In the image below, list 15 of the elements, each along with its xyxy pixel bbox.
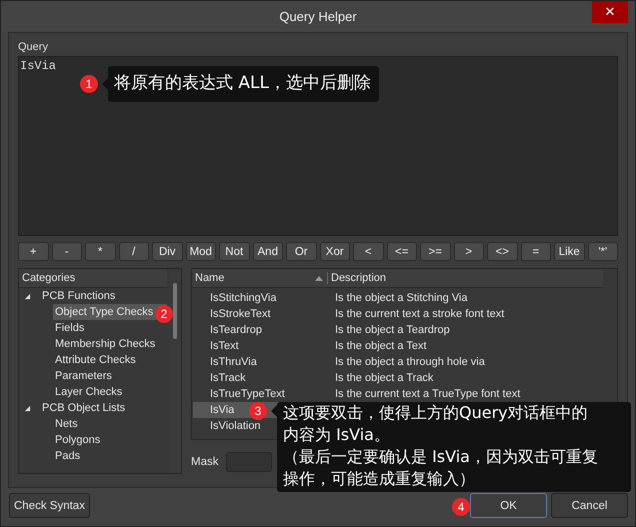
table-cell-text: Is the object a through hole via	[334, 355, 485, 370]
table-cell-text: Is the object a Text	[334, 339, 427, 354]
column-header: Categories	[19, 269, 167, 288]
window-title: Query Helper	[279, 9, 357, 24]
annotation-text: 将原有的表达式 ALL，选中后删除	[114, 72, 371, 95]
table-cell-text: Is the object a Stitching Via	[334, 291, 468, 306]
annotation-text: （最后一定要确认是 IsVia，因为双击可重复操作，可能造成重复输入）	[283, 446, 599, 490]
table-cell-text: Is the object a Track	[334, 371, 434, 386]
step-badge: 4	[452, 498, 470, 516]
table-cell-text: Is the current text a TrueType font text	[334, 387, 520, 402]
query-label: Query	[18, 41, 48, 53]
mask-label: Mask	[191, 456, 218, 468]
table-cell-text: Is the object a Teardrop	[334, 323, 450, 338]
annotation-text: 这项要双击，使得上方的Query对话框中的内容为 IsVia。	[283, 402, 589, 446]
table-cell-text: Is the current text a stroke font text	[334, 307, 504, 322]
